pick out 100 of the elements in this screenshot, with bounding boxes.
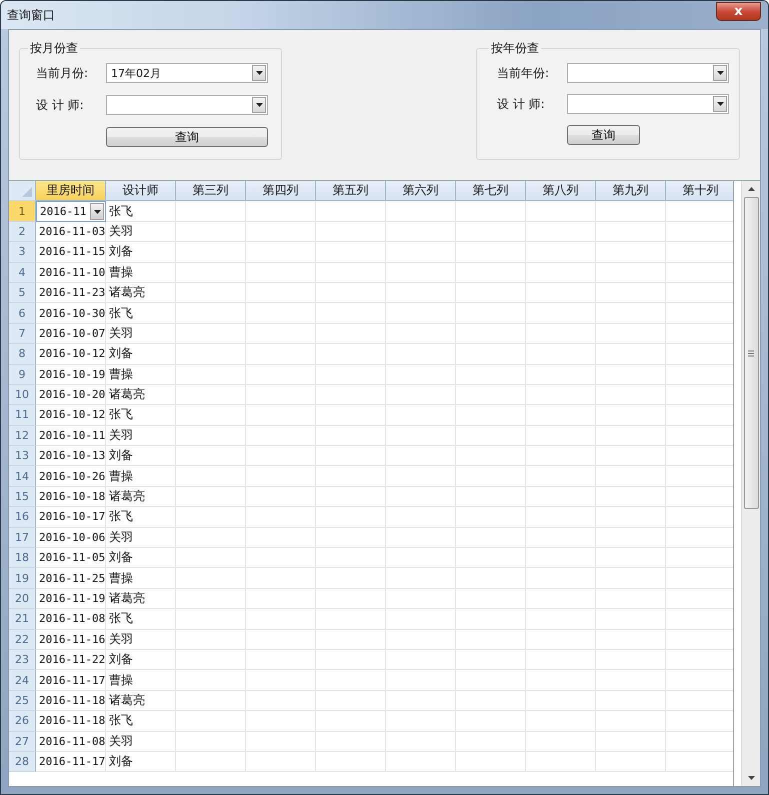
table-cell: 刘备 xyxy=(106,242,176,263)
table-cell xyxy=(246,568,316,589)
table-cell xyxy=(386,650,456,670)
table-cell xyxy=(246,426,316,446)
close-button[interactable]: x xyxy=(716,2,761,20)
table-cell: 诸葛亮 xyxy=(106,486,176,508)
table-cell xyxy=(596,568,666,589)
table-cell xyxy=(316,446,386,466)
table-cell xyxy=(456,548,526,568)
row-header[interactable]: 15 xyxy=(9,486,36,508)
table-cell: 曹操 xyxy=(106,262,176,283)
table-cell xyxy=(596,384,666,406)
row-header[interactable]: 22 xyxy=(9,630,36,650)
row-header[interactable]: 21 xyxy=(9,609,36,630)
vertical-scrollbar[interactable] xyxy=(741,181,760,786)
column-header[interactable]: 设计师 xyxy=(106,181,176,202)
row-header[interactable]: 24 xyxy=(9,670,36,691)
column-header[interactable]: 第十列 xyxy=(666,181,734,202)
table-cell xyxy=(176,690,246,712)
table-cell xyxy=(456,507,526,528)
table-cell xyxy=(596,548,666,568)
column-header[interactable]: 第六列 xyxy=(386,181,456,202)
query-button[interactable]: 查询 xyxy=(567,125,640,145)
table-cell xyxy=(246,670,316,691)
table-cell xyxy=(526,324,596,344)
row-header[interactable]: 18 xyxy=(9,548,36,568)
row-header[interactable]: 23 xyxy=(9,650,36,670)
table-cell: 2016-10-06 xyxy=(36,528,106,548)
row-header[interactable]: 3 xyxy=(9,242,36,263)
table-cell xyxy=(386,732,456,752)
column-header[interactable]: 第五列 xyxy=(316,181,386,202)
row-header[interactable]: 26 xyxy=(9,711,36,732)
row-header[interactable]: 7 xyxy=(9,324,36,344)
table-cell xyxy=(176,446,246,466)
table-cell xyxy=(526,201,596,222)
row-header[interactable]: 1 xyxy=(9,201,36,222)
table-cell: 张飞 xyxy=(106,507,176,528)
row-header[interactable]: 25 xyxy=(9,690,36,712)
combo-box[interactable]: 17年02月 xyxy=(106,63,268,83)
table-cell: 关羽 xyxy=(106,222,176,242)
table-cell: 张飞 xyxy=(106,609,176,630)
table-cell xyxy=(456,609,526,630)
table-cell xyxy=(596,752,666,772)
table-cell xyxy=(526,609,596,630)
row-header[interactable]: 19 xyxy=(9,568,36,589)
table-cell: 曹操 xyxy=(106,670,176,691)
table-cell: 关羽 xyxy=(106,528,176,548)
table-cell xyxy=(316,650,386,670)
table-cell: 2016-11-08 xyxy=(36,732,106,752)
table-cell: 刘备 xyxy=(106,344,176,365)
table-cell xyxy=(386,201,456,222)
table-cell xyxy=(456,466,526,487)
table-cell xyxy=(176,222,246,242)
table-cell xyxy=(316,282,386,304)
date-editor[interactable]: 2016-11 xyxy=(36,201,106,222)
row-header[interactable]: 13 xyxy=(9,446,36,466)
table-cell: 2016-10-12 xyxy=(36,344,106,365)
table-cell: 刘备 xyxy=(106,548,176,568)
row-header[interactable]: 27 xyxy=(9,732,36,752)
table-cell xyxy=(456,732,526,752)
row-header[interactable]: 8 xyxy=(9,344,36,365)
column-header[interactable]: 里房时间 xyxy=(36,181,106,202)
row-header[interactable]: 14 xyxy=(9,466,36,487)
table-cell xyxy=(526,384,596,406)
table-cell xyxy=(176,303,246,324)
table-cell xyxy=(526,405,596,426)
table-cell xyxy=(456,568,526,589)
row-header[interactable]: 10 xyxy=(9,384,36,406)
group-title: 按年份查 xyxy=(490,40,540,57)
table-cell xyxy=(456,711,526,732)
table-cell xyxy=(456,405,526,426)
table-cell: 诸葛亮 xyxy=(106,282,176,304)
table-cell xyxy=(596,732,666,752)
row-header[interactable]: 9 xyxy=(9,364,36,385)
row-header[interactable]: 4 xyxy=(9,262,36,283)
row-header[interactable]: 17 xyxy=(9,528,36,548)
table-cell xyxy=(316,222,386,242)
row-header[interactable]: 5 xyxy=(9,282,36,304)
row-header[interactable]: 2 xyxy=(9,222,36,242)
table-cell xyxy=(456,282,526,304)
table-cell xyxy=(246,711,316,732)
table-cell xyxy=(596,426,666,446)
scrollbar-thumb[interactable] xyxy=(744,197,759,509)
table-cell: 2016-11-18 xyxy=(36,711,106,732)
row-header[interactable]: 28 xyxy=(9,752,36,772)
row-header[interactable]: 16 xyxy=(9,507,36,528)
row-header[interactable]: 6 xyxy=(9,303,36,324)
column-header[interactable]: 第七列 xyxy=(456,181,526,202)
table-cell xyxy=(176,670,246,691)
table-cell xyxy=(176,588,246,610)
row-header[interactable]: 12 xyxy=(9,426,36,446)
query-button[interactable]: 查询 xyxy=(106,127,268,147)
row-header[interactable]: 20 xyxy=(9,588,36,610)
table-cell xyxy=(526,732,596,752)
column-header[interactable]: 第九列 xyxy=(596,181,666,202)
row-header[interactable]: 11 xyxy=(9,405,36,426)
column-header[interactable]: 第八列 xyxy=(526,181,596,202)
column-header[interactable]: 第三列 xyxy=(176,181,246,202)
column-header[interactable]: 第四列 xyxy=(246,181,316,202)
table-cell xyxy=(176,752,246,772)
